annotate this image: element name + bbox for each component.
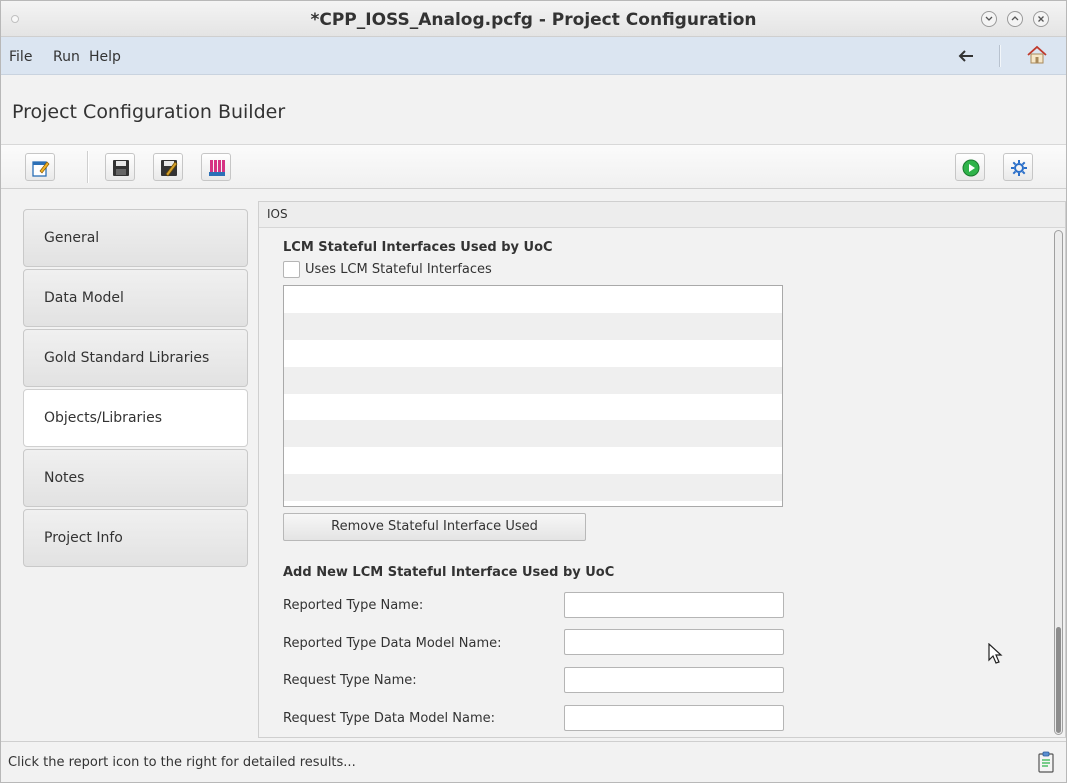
edit-button[interactable] — [25, 153, 55, 181]
save-as-button[interactable] — [153, 153, 183, 181]
list-item — [284, 312, 782, 340]
menu-separator — [999, 45, 1001, 67]
clipboard-report-icon — [1038, 751, 1054, 773]
save-as-icon — [161, 160, 178, 177]
content-pane: IOS LCM Stateful Interfaces Used by UoC … — [258, 201, 1066, 738]
home-icon — [1027, 45, 1047, 64]
menu-bar: File Run Help — [1, 37, 1066, 75]
status-bar: Click the report icon to the right for d… — [1, 741, 1066, 782]
sidebar-item-notes[interactable]: Notes — [23, 449, 248, 507]
export-icon — [209, 160, 225, 176]
list-item — [284, 286, 782, 313]
sidebar: General Data Model Gold Standard Librari… — [11, 201, 251, 741]
export-button[interactable] — [201, 153, 231, 181]
app-window: *CPP_IOSS_Analog.pcfg - Project Configur… — [0, 0, 1067, 783]
reported-type-data-model-name-label: Reported Type Data Model Name: — [283, 636, 502, 651]
sidebar-item-label: Gold Standard Libraries — [44, 350, 210, 366]
request-type-name-label: Request Type Name: — [283, 673, 417, 688]
run-button[interactable] — [955, 153, 985, 181]
report-button[interactable] — [1037, 751, 1055, 773]
menu-run[interactable]: Run — [53, 49, 80, 65]
save-button[interactable] — [105, 153, 135, 181]
stateful-interfaces-heading: LCM Stateful Interfaces Used by UoC — [283, 240, 553, 255]
sidebar-item-label: Data Model — [44, 290, 124, 306]
list-item — [284, 394, 782, 421]
settings-icon — [1011, 160, 1027, 176]
sidebar-item-label: Notes — [44, 470, 85, 486]
title-bar: *CPP_IOSS_Analog.pcfg - Project Configur… — [1, 1, 1066, 37]
settings-button[interactable] — [1003, 153, 1033, 181]
menu-file[interactable]: File — [9, 49, 32, 65]
add-stateful-interface-heading: Add New LCM Stateful Interface Used by U… — [283, 565, 615, 580]
toolbar-separator — [87, 151, 89, 183]
list-item — [284, 340, 782, 367]
window-title: *CPP_IOSS_Analog.pcfg - Project Configur… — [310, 10, 757, 30]
scrollbar[interactable] — [1054, 230, 1063, 735]
list-item — [284, 447, 782, 474]
sidebar-item-label: Project Info — [44, 530, 123, 546]
pane-title: IOS — [267, 207, 288, 221]
sidebar-item-general[interactable]: General — [23, 209, 248, 267]
status-message: Click the report icon to the right for d… — [8, 755, 356, 770]
list-item — [284, 366, 782, 394]
sidebar-item-label: General — [44, 230, 100, 246]
toolbar — [1, 145, 1066, 189]
save-icon — [113, 160, 129, 176]
uses-stateful-interfaces-checkbox[interactable] — [283, 261, 300, 278]
remove-stateful-interface-button[interactable]: Remove Stateful Interface Used — [283, 513, 586, 541]
sidebar-item-data-model[interactable]: Data Model — [23, 269, 248, 327]
edit-icon — [32, 161, 50, 177]
arrow-left-icon — [958, 50, 973, 62]
page-title: Project Configuration Builder — [12, 101, 286, 123]
stateful-interfaces-list[interactable] — [283, 285, 783, 507]
uses-stateful-interfaces-label[interactable]: Uses LCM Stateful Interfaces — [305, 262, 492, 277]
menu-help[interactable]: Help — [89, 49, 121, 65]
maximize-button[interactable] — [1007, 11, 1023, 27]
sidebar-item-gold-standard-libraries[interactable]: Gold Standard Libraries — [23, 329, 248, 387]
scrollbar-thumb[interactable] — [1056, 627, 1061, 733]
close-icon — [1038, 16, 1044, 22]
sidebar-item-label: Objects/Libraries — [44, 410, 163, 426]
run-icon — [962, 159, 980, 177]
chevron-down-icon — [985, 16, 993, 21]
pane-title-bar: IOS — [259, 202, 1065, 228]
request-type-name-input[interactable] — [564, 667, 784, 693]
home-button[interactable] — [1025, 43, 1051, 69]
request-type-data-model-name-input[interactable] — [564, 705, 784, 731]
reported-type-name-input[interactable] — [564, 592, 784, 618]
request-type-data-model-name-label: Request Type Data Model Name: — [283, 711, 495, 726]
mouse-cursor-icon — [988, 643, 1003, 664]
chevron-up-icon — [1011, 16, 1019, 21]
sidebar-item-project-info[interactable]: Project Info — [23, 509, 248, 567]
reported-type-data-model-name-input[interactable] — [564, 629, 784, 655]
list-item — [284, 420, 782, 448]
reported-type-name-label: Reported Type Name: — [283, 598, 424, 613]
header: Project Configuration Builder — [1, 75, 1066, 145]
minimize-button[interactable] — [981, 11, 997, 27]
back-button[interactable] — [953, 43, 979, 69]
close-button[interactable] — [1033, 11, 1049, 27]
list-item — [284, 474, 782, 502]
sidebar-item-objects-libraries[interactable]: Objects/Libraries — [23, 389, 248, 447]
